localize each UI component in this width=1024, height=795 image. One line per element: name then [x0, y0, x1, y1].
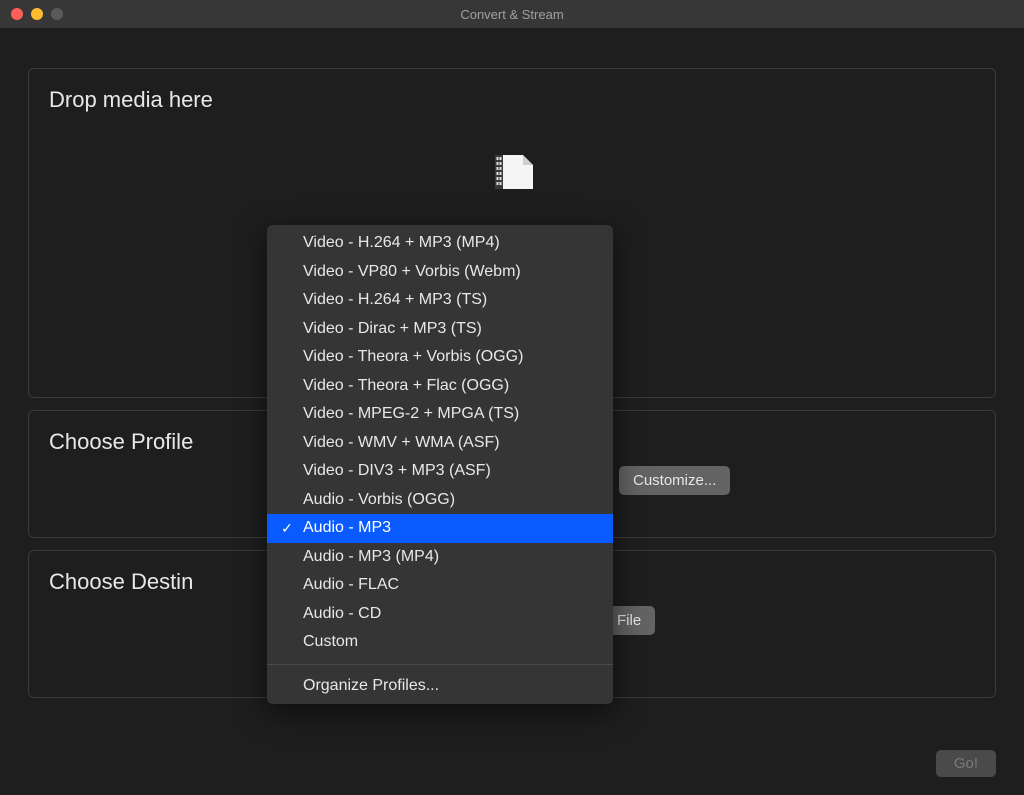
- menu-organize-profiles[interactable]: Organize Profiles...: [267, 672, 613, 701]
- menu-separator: [267, 664, 613, 665]
- file-icon: [485, 155, 539, 187]
- menu-item-profile[interactable]: Video - DIV3 + MP3 (ASF): [267, 457, 613, 486]
- maximize-window-button[interactable]: [51, 8, 63, 20]
- menu-item-label: Video - DIV3 + MP3 (ASF): [279, 462, 491, 480]
- drop-media-title: Drop media here: [49, 87, 975, 113]
- titlebar: Convert & Stream: [0, 0, 1024, 28]
- menu-item-profile[interactable]: Video - H.264 + MP3 (TS): [267, 286, 613, 315]
- menu-item-label: Video - MPEG-2 + MPGA (TS): [279, 405, 519, 423]
- menu-item-label: Audio - CD: [279, 605, 381, 623]
- menu-item-label: Video - Theora + Vorbis (OGG): [279, 348, 523, 366]
- menu-item-profile[interactable]: Audio - FLAC: [267, 571, 613, 600]
- menu-item-label: Video - H.264 + MP3 (TS): [279, 291, 487, 309]
- menu-item-profile[interactable]: Video - Theora + Vorbis (OGG): [267, 343, 613, 372]
- menu-item-profile[interactable]: ✓ Audio - MP3: [267, 514, 613, 543]
- menu-item-label: Audio - FLAC: [279, 576, 399, 594]
- menu-item-profile[interactable]: Audio - CD: [267, 600, 613, 629]
- menu-item-label: Custom: [279, 633, 358, 651]
- check-icon: ✓: [279, 520, 295, 537]
- customize-button[interactable]: Customize...: [619, 466, 730, 495]
- menu-item-profile[interactable]: Video - Dirac + MP3 (TS): [267, 315, 613, 344]
- close-window-button[interactable]: [11, 8, 23, 20]
- menu-item-profile[interactable]: Audio - MP3 (MP4): [267, 543, 613, 572]
- menu-item-label: Video - VP80 + Vorbis (Webm): [279, 263, 521, 281]
- menu-item-profile[interactable]: Video - VP80 + Vorbis (Webm): [267, 258, 613, 287]
- minimize-window-button[interactable]: [31, 8, 43, 20]
- menu-item-label: Video - WMV + WMA (ASF): [279, 434, 500, 452]
- menu-item-label: Audio - MP3 (MP4): [279, 548, 439, 566]
- menu-item-profile[interactable]: Video - MPEG-2 + MPGA (TS): [267, 400, 613, 429]
- menu-item-profile[interactable]: Custom: [267, 628, 613, 657]
- menu-item-label: Video - H.264 + MP3 (MP4): [279, 234, 500, 252]
- window-title: Convert & Stream: [0, 7, 1024, 22]
- menu-item-profile[interactable]: Video - H.264 + MP3 (MP4): [267, 229, 613, 258]
- menu-item-profile[interactable]: Audio - Vorbis (OGG): [267, 486, 613, 515]
- traffic-lights: [0, 8, 63, 20]
- menu-item-label: Audio - MP3: [301, 519, 391, 537]
- profile-dropdown-menu: Video - H.264 + MP3 (MP4) Video - VP80 + …: [267, 225, 613, 704]
- go-button[interactable]: Go!: [936, 750, 996, 777]
- menu-item-label: Video - Dirac + MP3 (TS): [279, 320, 482, 338]
- menu-item-label: Audio - Vorbis (OGG): [279, 491, 455, 509]
- menu-item-profile[interactable]: Video - Theora + Flac (OGG): [267, 372, 613, 401]
- menu-item-label: Video - Theora + Flac (OGG): [279, 377, 509, 395]
- menu-item-profile[interactable]: Video - WMV + WMA (ASF): [267, 429, 613, 458]
